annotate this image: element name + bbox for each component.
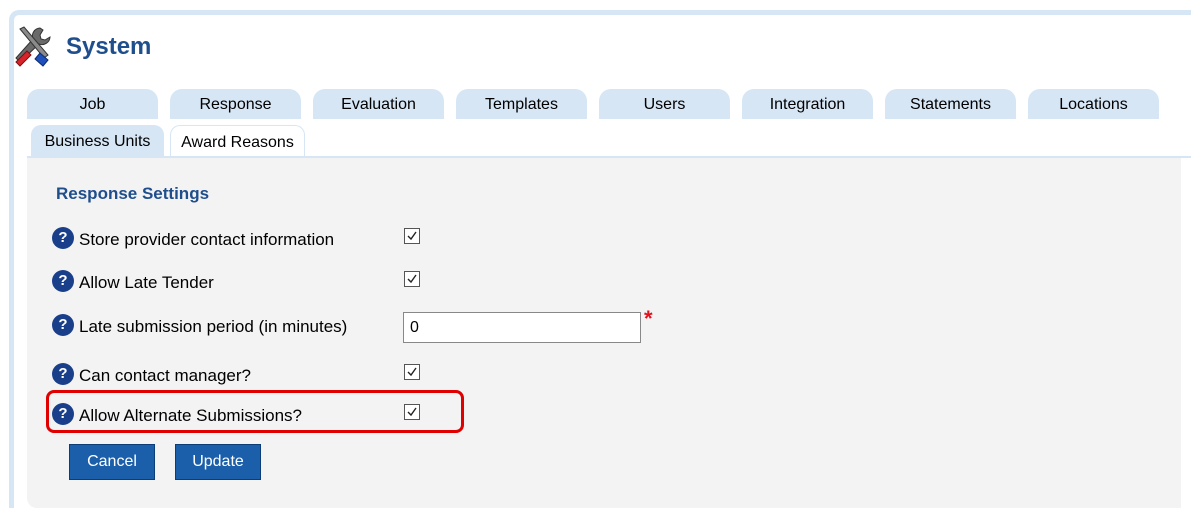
- setting-row-late-submission-period: ? Late submission period (in minutes) *: [52, 306, 672, 343]
- checkmark-icon: [407, 367, 417, 377]
- required-marker: *: [644, 306, 653, 331]
- tab-response[interactable]: Response: [170, 89, 301, 119]
- help-icon[interactable]: ?: [52, 403, 74, 425]
- late-submission-period-input[interactable]: [403, 312, 641, 343]
- setting-label: Allow Alternate Submissions?: [79, 406, 303, 425]
- setting-row-allow-late-tender: ? Allow Late Tender: [52, 270, 432, 298]
- cancel-button[interactable]: Cancel: [69, 444, 155, 480]
- checkmark-icon: [407, 407, 417, 417]
- allow-late-tender-checkbox[interactable]: [404, 271, 420, 287]
- page-title: System: [66, 33, 152, 60]
- help-icon[interactable]: ?: [52, 314, 74, 336]
- tools-icon: [15, 26, 51, 67]
- can-contact-manager-checkbox[interactable]: [404, 364, 420, 380]
- allow-alternate-submissions-checkbox[interactable]: [404, 404, 420, 420]
- tab-statements[interactable]: Statements: [885, 89, 1016, 119]
- setting-label: Store provider contact information: [79, 230, 335, 249]
- help-icon[interactable]: ?: [52, 270, 74, 292]
- tab-job[interactable]: Job: [27, 89, 158, 119]
- tab-business-units[interactable]: Business Units: [31, 125, 164, 157]
- tab-evaluation[interactable]: Evaluation: [313, 89, 444, 119]
- help-icon[interactable]: ?: [52, 363, 74, 385]
- help-icon[interactable]: ?: [52, 227, 74, 249]
- tab-integration[interactable]: Integration: [742, 89, 873, 119]
- tab-award-reasons[interactable]: Award Reasons: [170, 125, 305, 157]
- store-provider-contact-checkbox[interactable]: [404, 228, 420, 244]
- tab-locations[interactable]: Locations: [1028, 89, 1159, 119]
- setting-row-store-provider-contact: ? Store provider contact information: [52, 227, 432, 255]
- setting-label: Can contact manager?: [79, 366, 251, 385]
- checkmark-icon: [407, 231, 417, 241]
- setting-label: Late submission period (in minutes): [79, 317, 348, 336]
- setting-row-allow-alternate-submissions: ? Allow Alternate Submissions?: [52, 403, 432, 431]
- tab-users[interactable]: Users: [599, 89, 730, 119]
- tab-templates[interactable]: Templates: [456, 89, 587, 119]
- update-button[interactable]: Update: [175, 444, 261, 480]
- checkmark-icon: [407, 274, 417, 284]
- setting-label: Allow Late Tender: [79, 273, 214, 292]
- setting-row-can-contact-manager: ? Can contact manager?: [52, 363, 432, 391]
- section-title: Response Settings: [56, 184, 210, 203]
